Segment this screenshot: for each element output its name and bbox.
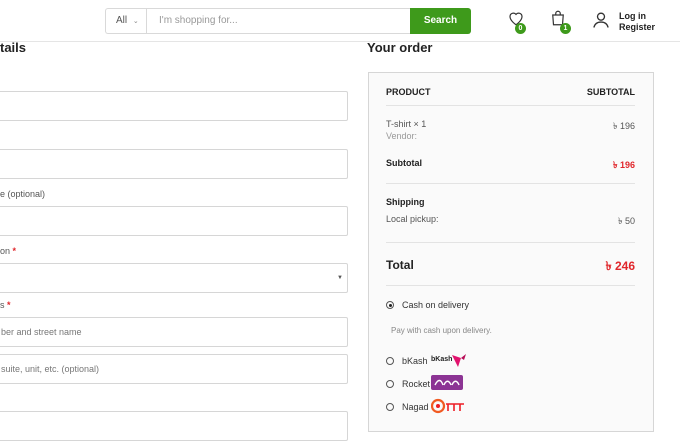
bkash-radio[interactable] [386,357,394,365]
divider [386,285,635,286]
shipping-label: Shipping [386,197,425,207]
category-label: All [116,15,128,26]
street-address-input[interactable]: ber and street name [0,317,348,347]
next-field-input[interactable] [0,411,348,441]
chevron-down-icon: ⌄ [132,18,139,25]
region-label-text: on [0,246,11,256]
login-register-link[interactable]: Log in Register [619,11,655,33]
total-row: Total ৳ 246 [386,258,635,273]
bkash-bird-icon [452,354,466,367]
billing-details-title: tails [0,40,27,55]
account-button[interactable] [591,10,613,32]
divider [386,242,635,243]
total-label: Total [386,258,414,272]
cod-description: Pay with cash upon delivery. [391,326,492,335]
divider [386,105,635,106]
subtotal-column-header: SUBTOTAL [586,87,635,97]
item-name: T-shirt × 1 [386,119,427,129]
bkash-label[interactable]: bKash [402,356,428,366]
rocket-label[interactable]: Rocket [402,379,430,389]
region-select[interactable]: ▼ [0,263,348,293]
company-label: e (optional) [0,189,46,199]
total-value: ৳ 246 [605,259,635,273]
search-button[interactable]: Search [410,8,471,34]
subtotal-row: Subtotal ৳ 196 [386,158,635,170]
first-field-input[interactable] [0,91,348,121]
order-review-panel: PRODUCT SUBTOTAL T-shirt × 1 ৳ 196 Vendo… [368,72,654,432]
apartment-placeholder: suite, unit, etc. (optional) [1,364,100,374]
search-input[interactable]: I'm shopping for... [146,8,424,34]
product-column-header: PRODUCT [386,87,431,97]
region-label: on * [0,246,16,256]
wishlist-count-badge: 0 [515,23,526,34]
nagad-label[interactable]: Nagad [402,402,429,412]
subtotal-value: ৳ 196 [613,160,635,170]
order-table-header: PRODUCT SUBTOTAL [386,87,635,97]
street-placeholder: ber and street name [1,327,82,337]
search-bar: All ⌄ I'm shopping for... Search [105,8,471,34]
company-input[interactable] [0,206,348,236]
shipping-method: Local pickup: [386,214,439,224]
wishlist-button[interactable]: 0 [507,9,529,34]
required-mark: * [7,300,11,310]
cart-button[interactable]: 1 [549,9,571,34]
subtotal-label: Subtotal [386,158,422,168]
your-order-title: Your order [367,40,433,55]
required-mark: * [12,246,17,256]
bkash-logo: bKash [431,352,467,368]
rocket-logo [431,375,463,390]
nagad-radio[interactable] [386,403,394,411]
rocket-radio[interactable] [386,380,394,388]
cod-label[interactable]: Cash on delivery [402,300,469,310]
nagad-logo-mark [430,398,464,414]
cart-count-badge: 1 [560,23,571,34]
item-vendor: Vendor: [386,131,418,141]
user-icon [593,12,609,28]
shipping-value: ৳ 50 [618,216,635,226]
street-label: s * [0,300,11,310]
divider [386,183,635,184]
order-item-row: T-shirt × 1 ৳ 196 [386,119,635,131]
register-label: Register [619,22,656,32]
apartment-input[interactable]: suite, unit, etc. (optional) [0,354,348,384]
header-bar: All ⌄ I'm shopping for... Search 0 1 Log… [0,0,680,42]
nagad-logo [430,398,467,414]
bkash-logo-text: bKash [431,356,453,363]
select-arrow-icon: ▼ [337,275,343,281]
cod-radio[interactable] [386,301,394,309]
login-label: Log in [619,11,646,21]
street-label-text: s [0,300,5,310]
shipping-row: Local pickup: ৳ 50 [386,214,635,226]
rocket-logo-mark [434,379,460,386]
second-field-input[interactable] [0,149,348,179]
